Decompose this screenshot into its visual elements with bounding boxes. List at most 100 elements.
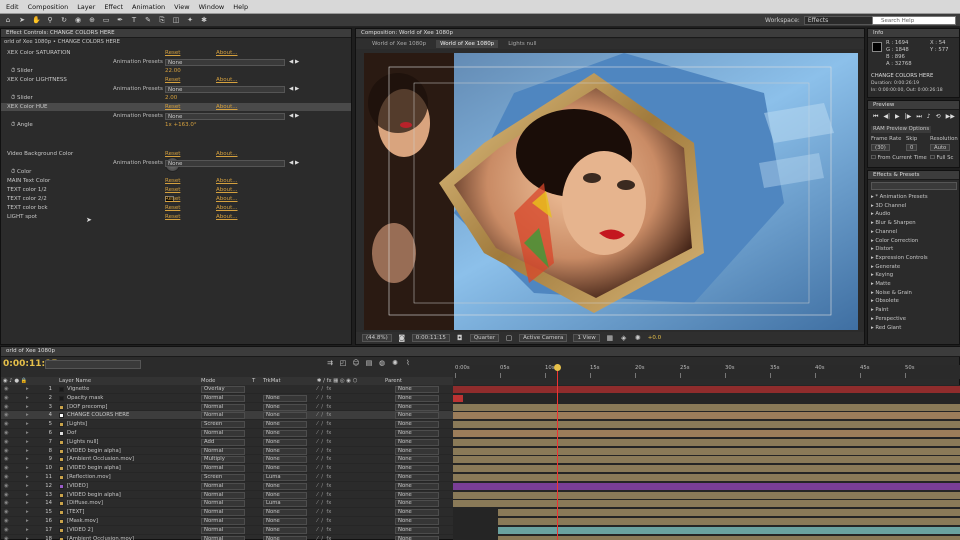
from-current-time-checkbox[interactable]: ☐ From Current Time: [871, 155, 927, 162]
effect-controls-tab[interactable]: Effect Controls: CHANGE COLORS HERE: [1, 29, 351, 38]
about-link[interactable]: About...: [216, 150, 238, 158]
clone-tool-icon[interactable]: ⎘: [158, 16, 166, 24]
layer-mode-dropdown[interactable]: Normal: [201, 447, 245, 455]
expand-arrow-icon[interactable]: ▸: [26, 508, 29, 517]
layer-mode-dropdown[interactable]: Normal: [201, 394, 245, 402]
layer-duration-bar[interactable]: [453, 500, 960, 508]
layer-switches[interactable]: ⁄ ∕ fx: [317, 508, 331, 517]
layer-mode-dropdown[interactable]: Normal: [201, 482, 245, 490]
reset-link[interactable]: Reset: [165, 76, 180, 84]
layer-parent-dropdown[interactable]: None: [395, 438, 439, 446]
menu-help[interactable]: Help: [233, 3, 248, 11]
layer-color-label[interactable]: [59, 536, 64, 540]
layer-switches[interactable]: ⁄ ∕ fx: [317, 447, 331, 456]
roto-tool-icon[interactable]: ✦: [186, 16, 194, 24]
composition-viewer[interactable]: [364, 53, 858, 330]
effects-category[interactable]: ▸ Obsolete: [868, 297, 960, 306]
exposure-value[interactable]: +0.0: [648, 335, 661, 341]
expand-arrow-icon[interactable]: ▸: [26, 482, 29, 491]
effect-row-text-color-1[interactable]: TEXT color 1/2 Reset About...: [1, 186, 351, 194]
layer-duration-bar[interactable]: [453, 403, 960, 411]
layer-duration-bar[interactable]: [453, 491, 960, 499]
view-layout-dropdown[interactable]: 1 View: [573, 334, 600, 342]
reset-link[interactable]: Reset: [165, 177, 180, 185]
expand-arrow-icon[interactable]: ▸: [26, 394, 29, 403]
layer-switches[interactable]: ⁄ ∕ fx: [317, 482, 331, 491]
first-frame-icon[interactable]: ⏮: [873, 113, 878, 121]
layer-row[interactable]: ◉ ▸ 3 [DOF precomp] Normal None ⁄ ∕ fx None: [1, 403, 453, 412]
ram-preview-icon[interactable]: ▶▶: [946, 113, 955, 121]
layer-duration-bar[interactable]: [453, 421, 960, 429]
layer-mode-dropdown[interactable]: Screen: [201, 474, 245, 481]
layer-parent-dropdown[interactable]: None: [395, 394, 439, 402]
effect-row-text-color-2[interactable]: TEXT color 2/2 Reset About...: [1, 195, 351, 203]
col-parent[interactable]: Parent: [385, 377, 402, 385]
layer-mode-dropdown[interactable]: Normal: [201, 518, 245, 525]
layer-switches[interactable]: ⁄ ∕ fx: [317, 491, 331, 500]
expand-arrow-icon[interactable]: ▸: [26, 526, 29, 535]
effects-category[interactable]: ▸ 3D Channel: [868, 202, 960, 211]
layer-switches[interactable]: ⁄ ∕ fx: [317, 438, 331, 447]
layer-color-label[interactable]: [59, 510, 64, 516]
composition-tab[interactable]: Composition: World of Xee 1080p: [356, 29, 864, 38]
layer-name[interactable]: [Mask.mov]: [67, 517, 98, 526]
layer-switches[interactable]: ⁄ ∕ fx: [317, 411, 331, 420]
effects-category[interactable]: ▸ Color Correction: [868, 237, 960, 246]
layer-name[interactable]: [Lights null]: [67, 438, 98, 447]
layer-trkmat-dropdown[interactable]: None: [263, 526, 307, 534]
layer-name[interactable]: [VIDEO begin alpha]: [67, 447, 121, 456]
rotate-tool-icon[interactable]: ↻: [60, 16, 68, 24]
visibility-toggle[interactable]: ◉: [4, 394, 9, 403]
visibility-toggle[interactable]: ◉: [4, 517, 9, 526]
layer-switches[interactable]: ⁄ ∕ fx: [317, 499, 331, 508]
subtab-lights-null[interactable]: Lights null: [504, 40, 540, 48]
layer-duration-bar[interactable]: [498, 535, 960, 540]
effects-category[interactable]: ▸ Distort: [868, 245, 960, 254]
layer-mode-dropdown[interactable]: Multiply: [201, 456, 245, 464]
brush-tool-icon[interactable]: ✎: [144, 16, 152, 24]
region-of-interest-icon[interactable]: ▢: [505, 334, 513, 342]
layer-parent-dropdown[interactable]: None: [395, 500, 439, 508]
layer-trkmat-dropdown[interactable]: None: [263, 447, 307, 455]
layer-color-label[interactable]: [59, 457, 64, 463]
preset-nav-arrows-icon[interactable]: ◀ ▶: [289, 58, 299, 66]
effect-row-main-text-color[interactable]: MAIN Text Color Reset About...: [1, 177, 351, 185]
layer-color-label[interactable]: [59, 501, 64, 507]
layer-row[interactable]: ◉ ▸ 5 [Lights] Screen None ⁄ ∕ fx None: [1, 420, 453, 429]
layer-name[interactable]: [DOF precomp]: [67, 403, 107, 412]
layer-duration-bar[interactable]: [453, 386, 960, 393]
playhead[interactable]: [557, 364, 558, 540]
layer-duration-bar[interactable]: [453, 438, 960, 446]
last-frame-icon[interactable]: ⏭: [916, 113, 921, 121]
layer-duration-bar[interactable]: [453, 465, 960, 473]
layer-name[interactable]: [VIDEO]: [67, 482, 88, 491]
camera-tool-icon[interactable]: ◉: [74, 16, 82, 24]
playhead-handle[interactable]: [554, 364, 561, 371]
hand-tool-icon[interactable]: ✋: [32, 16, 41, 24]
layer-parent-dropdown[interactable]: None: [395, 526, 439, 534]
layer-parent-dropdown[interactable]: None: [395, 447, 439, 455]
layer-switches[interactable]: ⁄ ∕ fx: [317, 429, 331, 438]
layer-row[interactable]: ◉ ▸ 18 [Ambient Occlusion.mov] Normal None ⁄ ∕…: [1, 535, 453, 540]
layer-row[interactable]: ◉ ▸ 8 [VIDEO begin alpha] Normal None ⁄ ∕ fx No…: [1, 447, 453, 456]
menu-effect[interactable]: Effect: [104, 3, 123, 11]
layer-color-label[interactable]: [59, 439, 64, 445]
ram-preview-options-dropdown[interactable]: RAM Preview Options: [871, 126, 931, 133]
animation-presets-dropdown[interactable]: None: [165, 58, 285, 66]
zoom-tool-icon[interactable]: ⚲: [46, 16, 54, 24]
effects-category[interactable]: ▸ Audio: [868, 210, 960, 219]
animation-presets-dropdown[interactable]: None: [165, 112, 285, 120]
angle-value[interactable]: 1x +163.0°: [165, 121, 197, 129]
layer-duration-bar[interactable]: [453, 474, 960, 481]
mask-tool-icon[interactable]: ▭: [102, 16, 110, 24]
animation-presets-dropdown[interactable]: None: [165, 85, 285, 93]
layer-parent-dropdown[interactable]: None: [395, 386, 439, 393]
about-link[interactable]: About...: [216, 213, 238, 221]
effects-category[interactable]: ▸ Red Giant: [868, 324, 960, 333]
layer-duration-bar[interactable]: [453, 412, 960, 420]
exposure-icon[interactable]: ✺: [634, 334, 642, 342]
effects-category[interactable]: ▸ Keying: [868, 271, 960, 280]
layer-search-input[interactable]: [45, 360, 141, 369]
layer-row[interactable]: ◉ ▸ 2 Opacity mask Normal None ⁄ ∕ fx None: [1, 394, 453, 403]
layer-name[interactable]: Dof: [67, 429, 76, 438]
